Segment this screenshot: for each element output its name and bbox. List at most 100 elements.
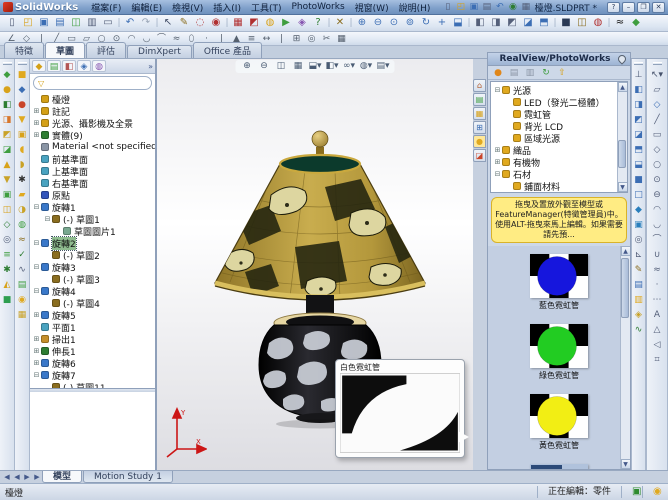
menu-item[interactable]: 說明(H) [394, 1, 436, 14]
swept-boss-icon[interactable]: ◧ [1, 99, 14, 112]
fillet-icon[interactable]: ▲ [1, 159, 14, 172]
zebra-stripes-icon[interactable]: ≈ [612, 16, 628, 30]
pin-icon[interactable] [616, 53, 628, 65]
measure-icon[interactable]: ✓ [16, 249, 29, 262]
configurationmanager-tab-icon[interactable]: ◧ [62, 60, 76, 72]
appearance-tree-item[interactable]: ⊟ 光源 [493, 84, 627, 97]
feature-tree-item[interactable]: ⊟ 旋轉4 [32, 285, 155, 298]
commandmanager-tab[interactable]: 評估 [86, 42, 127, 58]
bottom-view-icon[interactable]: ⬓ [632, 159, 645, 172]
feature-tree-item[interactable]: ⊟ (-) 草圖1 [43, 213, 155, 226]
apply-scene-icon[interactable]: ◆ [628, 16, 644, 30]
scroll-down-icon[interactable]: ▼ [620, 459, 630, 469]
linear-pattern-icon[interactable]: ≡ [1, 249, 14, 262]
photoworks-render-icon[interactable]: ◉ [208, 16, 224, 30]
revolved-cut-icon[interactable]: ◪ [1, 144, 14, 157]
menu-item[interactable]: 檔案(F) [86, 1, 126, 14]
tab-scroll-button[interactable]: ▶ [32, 473, 42, 481]
sketch-entities-icon[interactable]: ✎ [176, 16, 192, 30]
polygon-icon[interactable]: ◇ [651, 144, 664, 157]
render-region-icon[interactable]: ◩ [246, 16, 262, 30]
spline-icon[interactable]: ≈ [169, 32, 184, 46]
feature-tree-item[interactable]: 草圖圖片1 [54, 225, 155, 238]
propertymanager-tab-icon[interactable]: ▤ [47, 60, 61, 72]
deform-icon[interactable]: ◑ [16, 204, 29, 217]
expand-toggle-icon[interactable]: ⊟ [32, 371, 41, 379]
spots-icon[interactable]: ✱ [16, 174, 29, 187]
offset-icon[interactable]: ◁ [651, 339, 664, 352]
commandmanager-tab[interactable]: DimXpert [127, 45, 192, 58]
trimetric-view-icon[interactable]: □ [632, 189, 645, 202]
expand-toggle-icon[interactable]: ⊞ [32, 107, 41, 115]
commandmanager-tab[interactable]: 草圖 [45, 42, 86, 58]
three-point-arc-icon[interactable]: ⌒ [154, 32, 169, 46]
feature-tree-item[interactable]: ⊟ 旋轉2 [32, 235, 155, 251]
instant-edit-icon[interactable]: ▤ [632, 279, 645, 292]
appearance-tree-item[interactable]: 區域光源 [504, 132, 627, 145]
freeform-icon[interactable]: ▰ [16, 189, 29, 202]
normal-to-icon[interactable]: ⊥ [632, 69, 645, 82]
revolve-feature-icon[interactable]: ◆ [16, 84, 29, 97]
expand-toggle-icon[interactable]: ⊟ [32, 203, 41, 211]
undo-icon[interactable]: ↶ [122, 16, 138, 30]
commandmanager-tab[interactable]: 特徵 [4, 42, 45, 58]
centerpoint-arc-icon[interactable]: ◠ [124, 32, 139, 46]
design-library-icon[interactable]: ▤ [473, 93, 486, 106]
appearance-swatch[interactable]: 藍色霓虹管 [530, 254, 588, 311]
circle-icon[interactable]: ○ [651, 159, 664, 172]
perpendicular-icon[interactable]: ⊾ [632, 249, 645, 262]
expand-toggle-icon[interactable]: ⊞ [32, 335, 41, 343]
scroll-down-icon[interactable]: ▼ [617, 182, 627, 192]
feature-tree-item[interactable]: (-) 草圖3 [43, 273, 155, 286]
tab-scroll-button[interactable]: ◀ [2, 473, 12, 481]
feature-tree-item[interactable]: ⊞ 實體(9) [32, 129, 155, 142]
appearance-target-icon[interactable]: ◎ [632, 234, 645, 247]
feature-tree-item[interactable]: ⊟ 旋轉3 [32, 261, 155, 274]
extruded-cut-icon[interactable]: ◩ [1, 129, 14, 142]
realview-icon[interactable]: ◍ [590, 16, 606, 30]
document-tab[interactable]: Motion Study 1 [83, 471, 173, 483]
feature-tree-item[interactable]: ⊞ 光源、攝影機及全景 [32, 117, 155, 130]
split-icon[interactable]: ▦ [16, 309, 29, 322]
realview-photoworks-icon[interactable]: ● [473, 135, 486, 148]
scrollbar-thumb[interactable] [621, 258, 629, 318]
wireframe-icon[interactable]: ◧ [472, 16, 488, 30]
zoom-to-selection-icon[interactable]: ⊚ [402, 16, 418, 30]
redo-icon[interactable]: ↷ [138, 16, 154, 30]
highlight-icon[interactable]: ▥ [632, 294, 645, 307]
refresh-icon[interactable]: ↻ [539, 67, 553, 79]
window-button[interactable]: ❐ [637, 1, 650, 13]
menu-item[interactable]: PhotoWorks [287, 2, 350, 12]
save-icon[interactable]: ▣ [467, 2, 480, 12]
feature-tree-item[interactable]: 平面1 [32, 321, 155, 334]
expand-toggle-icon[interactable]: ⊞ [32, 119, 41, 127]
rib-icon[interactable]: ▣ [1, 189, 14, 202]
document-tab[interactable]: 模型 [42, 471, 83, 483]
isometric-view-icon[interactable]: ■ [632, 174, 645, 187]
dimetric-view-icon[interactable]: ◆ [632, 204, 645, 217]
draft-icon[interactable]: ◇ [1, 219, 14, 232]
flex-icon[interactable]: ≈ [16, 234, 29, 247]
centerline-icon[interactable]: ⋯ [651, 294, 664, 307]
expand-toggle-icon[interactable]: ⊟ [43, 215, 52, 223]
filter-input[interactable] [47, 78, 138, 88]
apply-appearance-icon[interactable]: ● [491, 67, 505, 79]
wrap-icon[interactable]: ◗ [16, 159, 29, 172]
trim-entities-icon[interactable]: ✂ [319, 32, 334, 46]
boss-feature-icon[interactable]: ■ [16, 69, 29, 82]
feature-tree-item[interactable]: ⊞ 註記 [32, 105, 155, 118]
scroll-up-icon[interactable]: ▲ [617, 82, 627, 92]
rectangle-icon[interactable]: ▭ [651, 129, 664, 142]
expand-toggle-icon[interactable]: ⊞ [493, 146, 502, 154]
tab-scroll-button[interactable]: ▶ [22, 473, 32, 481]
reference-geometry-icon[interactable]: ■ [1, 294, 14, 307]
feature-tree-item[interactable]: (-) 草圖2 [43, 249, 155, 262]
appearance-tree-item[interactable]: ⊟ 石材 [493, 168, 627, 181]
sketch-toggle-icon[interactable]: ✕ [332, 16, 348, 30]
open-library-icon[interactable]: ▤ [507, 67, 521, 79]
appearance-tree-item[interactable]: ⊞ 有機物 [493, 156, 627, 169]
lofted-boss-icon[interactable]: ◨ [1, 114, 14, 127]
expand-toggle-icon[interactable]: ⊟ [32, 239, 41, 247]
rotate-view-icon[interactable]: ↻ [418, 16, 434, 30]
zoom-in-out-icon[interactable]: ⊙ [386, 16, 402, 30]
